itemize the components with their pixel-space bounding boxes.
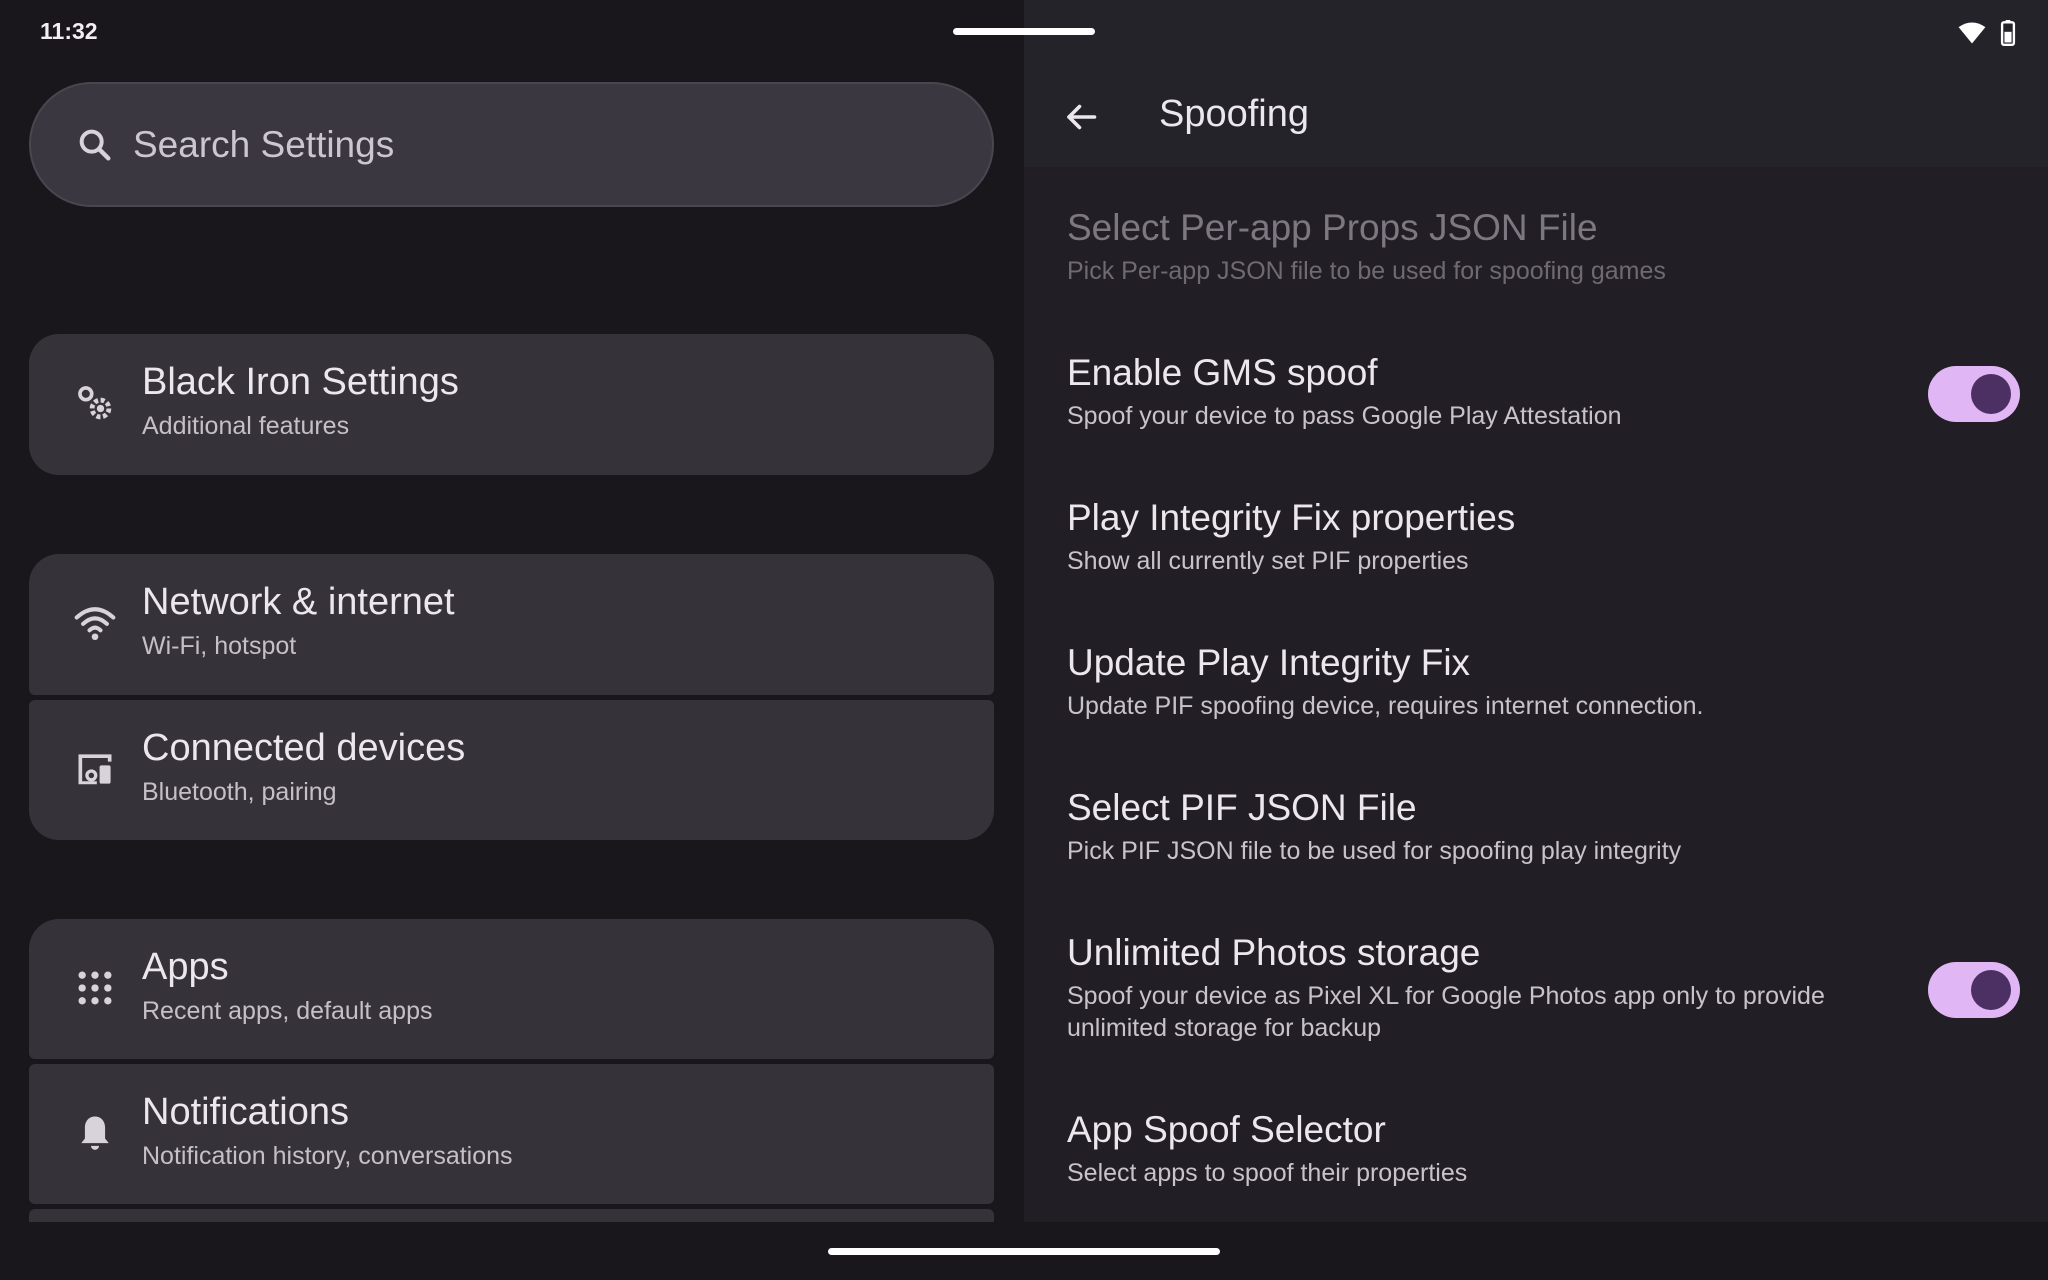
settings-item-subtitle: Bluetooth, pairing <box>142 777 337 806</box>
pref-unlimited-photos[interactable]: Unlimited Photos storage Spoof your devi… <box>1067 931 1867 1044</box>
settings-item-subtitle: Notification history, conversations <box>142 1141 513 1170</box>
pref-title: Play Integrity Fix properties <box>1067 497 1516 538</box>
unlimited-photos-toggle[interactable] <box>1928 962 2020 1018</box>
pref-summary: Select apps to spoof their properties <box>1067 1159 1468 1188</box>
pref-title: App Spoof Selector <box>1067 1109 1386 1150</box>
wifi-icon <box>73 601 117 645</box>
pref-update-pif[interactable]: Update Play Integrity Fix Update PIF spo… <box>1067 641 1907 723</box>
spoofing-detail-pane: Spoofing Select Per-app Props JSON File … <box>1024 0 2048 1222</box>
settings-item-title: Apps <box>142 946 229 988</box>
pref-summary: Pick PIF JSON file to be used for spoofi… <box>1067 837 1682 866</box>
pref-title: Select PIF JSON File <box>1067 787 1417 828</box>
settings-item-title: Black Iron Settings <box>142 361 459 403</box>
bell-icon <box>73 1111 117 1155</box>
devices-icon <box>73 747 117 791</box>
settings-item-subtitle: Recent apps, default apps <box>142 996 433 1025</box>
pref-summary: Spoof your device to pass Google Play At… <box>1067 402 1622 431</box>
search-placeholder: Search Settings <box>133 123 395 165</box>
pref-summary: Spoof your device as Pixel XL for Google… <box>1067 982 1825 1042</box>
settings-item-notifications[interactable]: Notifications Notification history, conv… <box>29 1064 994 1204</box>
pref-per-app-props-json: Select Per-app Props JSON File Pick Per-… <box>1067 206 1907 288</box>
toggle-thumb <box>1971 374 2011 414</box>
settings-item-apps[interactable]: Apps Recent apps, default apps <box>29 919 994 1059</box>
status-icons <box>1958 20 2016 46</box>
home-gesture-handle[interactable] <box>828 1248 1220 1255</box>
pref-pif-properties[interactable]: Play Integrity Fix properties Show all c… <box>1067 496 1907 578</box>
pref-title: Enable GMS spoof <box>1067 352 1378 393</box>
pref-title: Unlimited Photos storage <box>1067 932 1481 973</box>
toggle-thumb <box>1971 970 2011 1010</box>
settings-item-title: Network & internet <box>142 581 455 623</box>
settings-item-black-iron[interactable]: Black Iron Settings Additional features <box>29 334 994 475</box>
pref-select-pif-json[interactable]: Select PIF JSON File Pick PIF JSON file … <box>1067 786 1907 868</box>
app-bar: Spoofing <box>1024 0 2048 167</box>
pref-app-spoof-selector[interactable]: App Spoof Selector Select apps to spoof … <box>1067 1108 1907 1190</box>
settings-item-subtitle: Additional features <box>142 411 350 440</box>
split-screen-handle[interactable] <box>953 28 1095 35</box>
page-title: Spoofing <box>1159 93 1310 135</box>
gms-spoof-toggle[interactable] <box>1928 366 2020 422</box>
settings-item-connected-devices[interactable]: Connected devices Bluetooth, pairing <box>29 700 994 840</box>
settings-item-network[interactable]: Network & internet Wi-Fi, hotspot <box>29 554 994 695</box>
wifi-status-icon <box>1958 22 1986 44</box>
pref-summary: Pick Per-app JSON file to be used for sp… <box>1067 257 1666 286</box>
settings-item-title: Notifications <box>142 1091 349 1133</box>
search-icon <box>79 129 111 160</box>
settings-item-subtitle: Wi-Fi, hotspot <box>142 631 297 660</box>
arrow-back-icon <box>1067 104 1097 130</box>
settings-home-pane: 11:32 Search Settings Black Iron Setting… <box>0 0 1024 1222</box>
pref-summary: Update PIF spoofing device, requires int… <box>1067 692 1704 721</box>
pref-title: Update Play Integrity Fix <box>1067 642 1471 683</box>
pref-enable-gms-spoof[interactable]: Enable GMS spoof Spoof your device to pa… <box>1067 351 1907 433</box>
pref-summary: Show all currently set PIF properties <box>1067 547 1469 576</box>
settings-item-next-partial[interactable] <box>29 1209 994 1222</box>
search-settings-bar[interactable]: Search Settings <box>29 82 994 207</box>
battery-icon <box>2000 20 2016 46</box>
gear-cog-icon <box>73 381 117 425</box>
pref-title: Select Per-app Props JSON File <box>1067 207 1598 248</box>
status-time: 11:32 <box>40 18 98 44</box>
back-button[interactable] <box>1056 92 1106 142</box>
apps-grid-icon <box>73 966 117 1010</box>
settings-item-title: Connected devices <box>142 727 466 769</box>
